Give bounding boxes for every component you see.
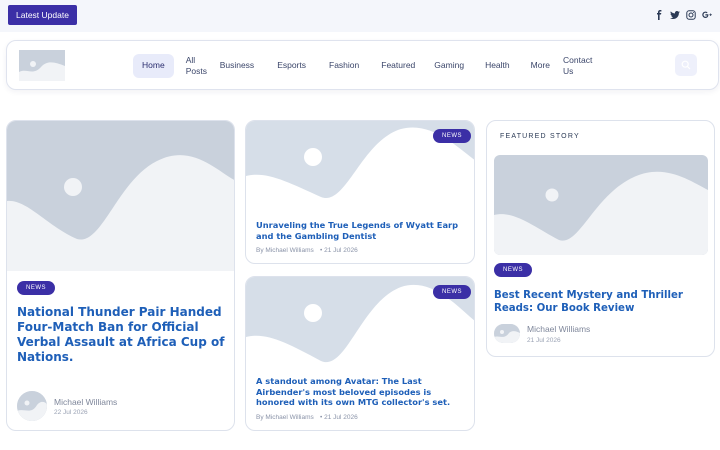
- nav-item-home[interactable]: Home: [133, 54, 174, 78]
- mid-post-author[interactable]: By Michael Williams: [256, 414, 314, 421]
- search-icon: [681, 60, 691, 70]
- mid-post-badge[interactable]: NEWS: [433, 129, 471, 143]
- featured-story-badge[interactable]: NEWS: [494, 263, 532, 277]
- instagram-icon[interactable]: [686, 9, 696, 21]
- nav-item-contact-us[interactable]: Contact Us: [559, 54, 599, 78]
- featured-story-label: FEATURED STORY: [500, 133, 580, 140]
- nav-item-health[interactable]: Health: [473, 54, 519, 78]
- featured-story-author[interactable]: Michael Williams: [527, 324, 590, 334]
- main-post-title[interactable]: National Thunder Pair Handed Four-Match …: [17, 305, 229, 365]
- main-post-avatar: [17, 391, 47, 421]
- search-button[interactable]: [675, 54, 697, 76]
- main-post-author[interactable]: Michael Williams: [54, 397, 117, 407]
- nav-item-business[interactable]: Business: [214, 54, 264, 78]
- google-plus-icon[interactable]: [702, 9, 712, 21]
- mid-post-author[interactable]: By Michael Williams: [256, 247, 314, 254]
- latest-update-button[interactable]: Latest Update: [8, 5, 77, 25]
- featured-story-title[interactable]: Best Recent Mystery and Thriller Reads: …: [494, 289, 708, 315]
- social-links: [654, 9, 712, 21]
- top-bar: Latest Update: [0, 0, 720, 32]
- main-post-badge[interactable]: NEWS: [17, 281, 55, 295]
- mid-post-card[interactable]: NEWS Unraveling the True Legends of Wyat…: [245, 120, 475, 264]
- main-post-date: 22 Jul 2026: [54, 409, 88, 416]
- main-post-card[interactable]: NEWS National Thunder Pair Handed Four-M…: [6, 120, 235, 431]
- nav-menu: Home All Posts Business Esports Fashion …: [133, 41, 599, 91]
- mid-post-badge[interactable]: NEWS: [433, 285, 471, 299]
- featured-story-avatar: [494, 324, 520, 343]
- site-logo[interactable]: [19, 50, 65, 81]
- nav-item-more[interactable]: More: [519, 54, 559, 78]
- facebook-icon[interactable]: [654, 9, 664, 21]
- mid-post-title[interactable]: Unraveling the True Legends of Wyatt Ear…: [256, 220, 468, 241]
- twitter-icon[interactable]: [670, 9, 680, 21]
- nav-item-all-posts[interactable]: All Posts: [174, 54, 214, 78]
- mid-post-title[interactable]: A standout among Avatar: The Last Airben…: [256, 376, 470, 408]
- main-post-image: [7, 121, 234, 271]
- mid-post-date: • 21 Jul 2026: [320, 414, 358, 421]
- nav-item-gaming[interactable]: Gaming: [424, 54, 473, 78]
- featured-story-date: 21 Jul 2026: [527, 337, 561, 344]
- featured-story-image: [494, 155, 708, 255]
- nav-item-featured[interactable]: Featured: [368, 54, 424, 78]
- mid-post-card[interactable]: NEWS A standout among Avatar: The Last A…: [245, 276, 475, 431]
- nav-item-esports[interactable]: Esports: [263, 54, 315, 78]
- nav-item-fashion[interactable]: Fashion: [315, 54, 368, 78]
- main-nav: Home All Posts Business Esports Fashion …: [6, 40, 719, 90]
- mid-post-date: • 21 Jul 2026: [320, 247, 358, 254]
- featured-story-card[interactable]: FEATURED STORY NEWS Best Recent Mystery …: [486, 120, 715, 357]
